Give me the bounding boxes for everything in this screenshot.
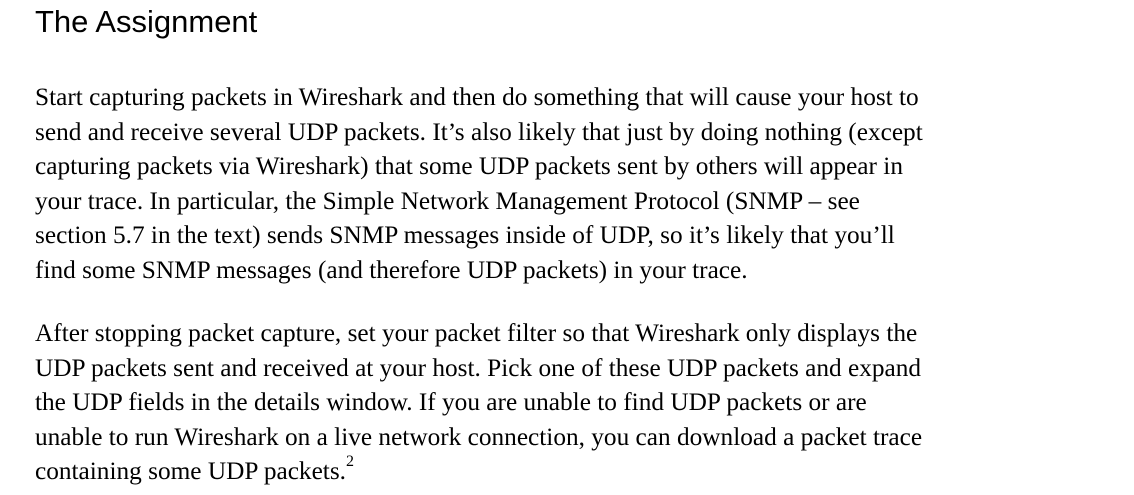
footnote-marker[interactable]: 2 <box>346 453 354 470</box>
paragraph-line: the UDP fields in the details window. If… <box>35 388 867 416</box>
paragraph-line: UDP packets sent and received at your ho… <box>35 353 922 382</box>
paragraph-line: After stopping packet capture, set your … <box>35 319 918 347</box>
document-page: The Assignment Start capturing packets i… <box>0 0 1134 495</box>
paragraph-1: Start capturing packets in Wireshark and… <box>35 80 923 287</box>
paragraph-line: send and receive several UDP packets. It… <box>35 117 923 146</box>
paragraph-line: Start capturing packets in Wireshark and… <box>35 83 919 111</box>
paragraph-line: your trace. In particular, the Simple Ne… <box>35 186 860 215</box>
paragraph-line: unable to run Wireshark on a live networ… <box>35 422 923 451</box>
paragraph-line: capturing packets via Wireshark) that so… <box>35 152 903 180</box>
section-heading: The Assignment <box>35 4 258 39</box>
paragraph-2: After stopping packet capture, set your … <box>35 316 922 489</box>
paragraph-line: section 5.7 in the text) sends SNMP mess… <box>35 221 895 249</box>
paragraph-last-line: containing some UDP packets.2 <box>35 453 922 489</box>
paragraph-line: find some SNMP messages (and therefore U… <box>35 255 748 284</box>
paragraph-line-text: containing some UDP packets. <box>35 457 346 485</box>
